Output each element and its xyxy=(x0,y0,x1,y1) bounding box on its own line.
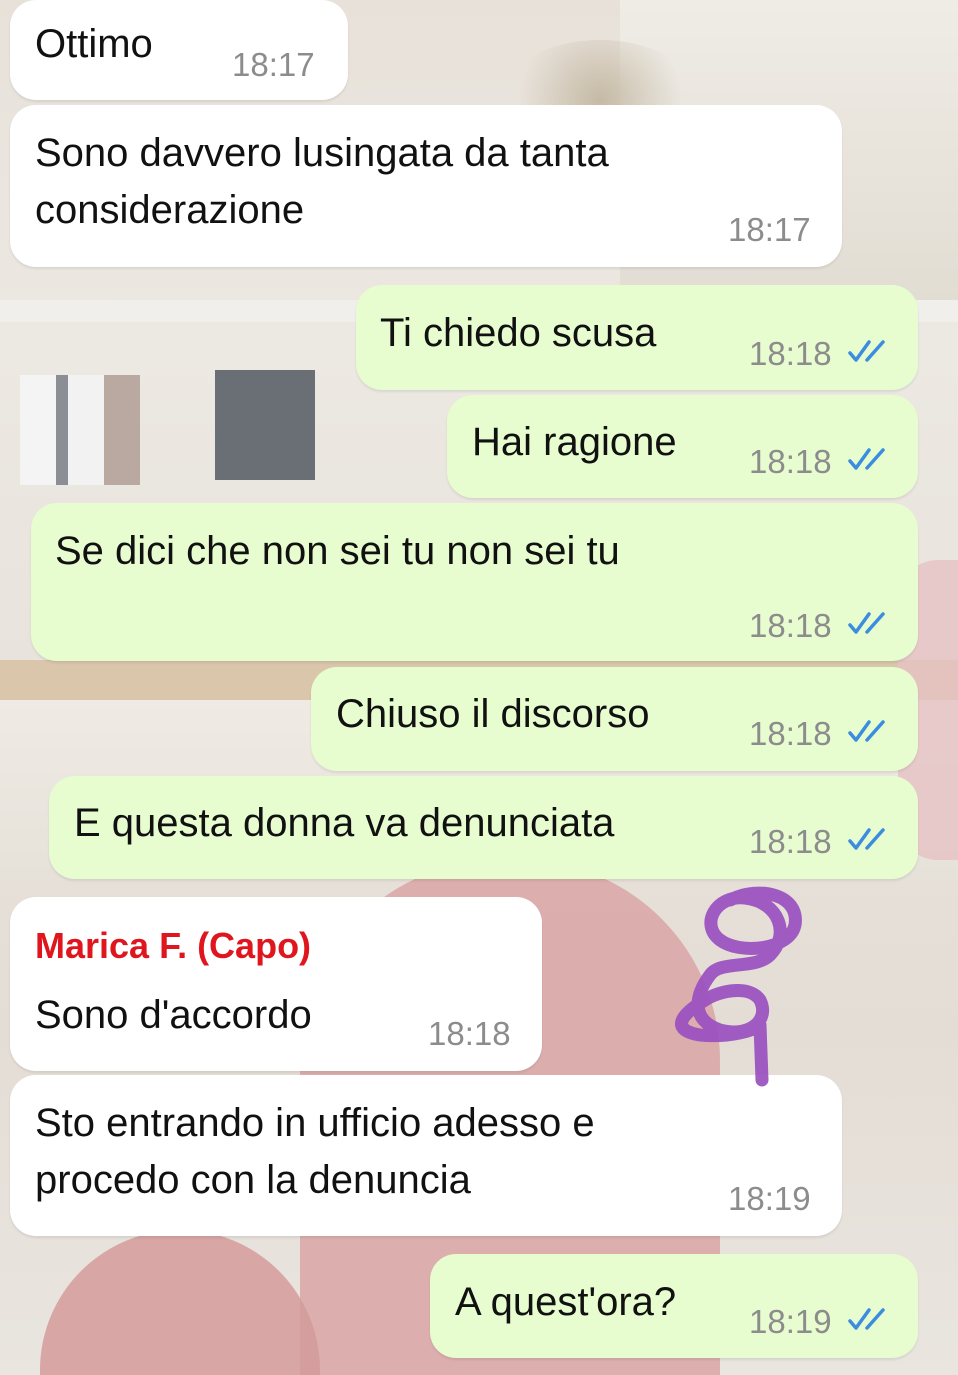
chat-message-list[interactable]: Ottimo 18:17 Sono davvero lusingata da t… xyxy=(0,0,958,1375)
message-text: Hai ragione xyxy=(472,420,677,464)
message-text: Chiuso il discorso xyxy=(336,692,650,736)
message-text: Sono davvero lusingata da tanta consider… xyxy=(35,131,609,232)
message-time: 18:18 xyxy=(749,715,832,752)
message-text: Ti chiedo scusa xyxy=(380,311,657,355)
message-time: 18:18 xyxy=(749,443,832,480)
message-bubble-incoming[interactable]: Ottimo 18:17 xyxy=(10,0,348,100)
sender-name[interactable]: Marica F. (Capo) xyxy=(35,924,311,968)
message-time: 18:18 xyxy=(749,823,832,860)
message-bubble-outgoing[interactable]: Se dici che non sei tu non sei tu 18:18 xyxy=(31,503,918,661)
message-bubble-outgoing[interactable]: Ti chiedo scusa 18:18 xyxy=(356,285,918,390)
message-text: Sono d'accordo xyxy=(35,993,312,1037)
message-bubble-outgoing[interactable]: Chiuso il discorso 18:18 xyxy=(311,667,918,771)
read-receipt-icon xyxy=(848,448,885,470)
message-text: Ottimo xyxy=(35,22,153,66)
message-bubble-outgoing[interactable]: E questa donna va denunciata 18:18 xyxy=(49,776,918,879)
message-text: Se dici che non sei tu non sei tu xyxy=(55,529,620,573)
message-time: 18:17 xyxy=(232,46,315,83)
message-text: A quest'ora? xyxy=(455,1280,677,1324)
read-receipt-icon xyxy=(848,340,885,362)
purple-scribble-overlay xyxy=(675,886,802,1087)
message-time: 18:19 xyxy=(749,1303,832,1340)
read-receipt-icon xyxy=(848,1308,885,1330)
read-receipt-icon xyxy=(848,612,885,634)
message-bubble-outgoing[interactable]: A quest'ora? 18:19 xyxy=(430,1254,918,1358)
message-bubble-incoming[interactable]: Sto entrando in ufficio adesso e procedo… xyxy=(10,1075,842,1236)
message-time: 18:17 xyxy=(728,211,811,248)
message-text: E questa donna va denunciata xyxy=(74,801,615,845)
message-bubble-outgoing[interactable]: Hai ragione 18:18 xyxy=(447,395,918,498)
message-bubble-incoming[interactable]: Marica F. (Capo) Sono d'accordo 18:18 xyxy=(10,897,542,1071)
message-bubble-incoming[interactable]: Sono davvero lusingata da tanta consider… xyxy=(10,105,842,267)
message-time: 18:18 xyxy=(428,1015,511,1052)
message-time: 18:19 xyxy=(728,1180,811,1217)
message-text: Sto entrando in ufficio adesso e procedo… xyxy=(35,1101,595,1202)
read-receipt-icon xyxy=(848,828,885,850)
message-time: 18:18 xyxy=(749,607,832,644)
message-time: 18:18 xyxy=(749,335,832,372)
read-receipt-icon xyxy=(848,720,885,742)
